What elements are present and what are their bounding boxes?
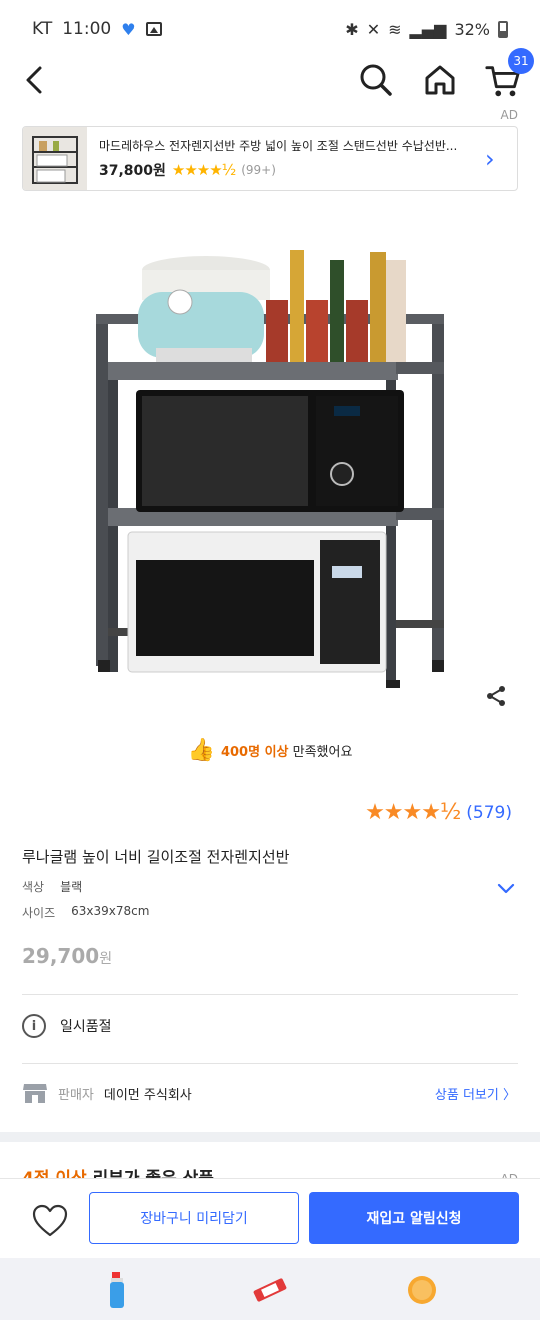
option-label: 색상 bbox=[22, 880, 45, 894]
product-price: 29,700원 bbox=[22, 944, 112, 968]
top-nav: 31 bbox=[0, 48, 540, 102]
info-icon: i bbox=[22, 1014, 46, 1038]
ad-thumbnail bbox=[23, 127, 87, 190]
product-rating[interactable]: ★★★★½ (579) bbox=[365, 800, 512, 825]
ad-rating-stars: ★★★★½ bbox=[171, 161, 236, 179]
home-icon[interactable] bbox=[420, 60, 460, 100]
status-bar: KT 11:00 ♥ ✱ ✕ ≋ ▂▄▆ 32% bbox=[0, 0, 540, 58]
seller-label: 판매자 bbox=[58, 1087, 94, 1103]
option-value: 63x39x78cm bbox=[71, 904, 150, 918]
satisfaction-count: 400명 이상 bbox=[220, 745, 289, 760]
stock-status-text: 일시품절 bbox=[60, 1019, 112, 1035]
bluetooth-icon: ✱ bbox=[345, 19, 359, 39]
ad-price: 37,800원 bbox=[99, 163, 166, 179]
option-color: 색상 블랙 bbox=[22, 878, 82, 895]
stock-status: i 일시품절 bbox=[22, 1014, 112, 1038]
recommend-title-rest: 리뷰가 좋은 상품 bbox=[87, 1169, 214, 1178]
recommend-title-strong: 4점 이상 bbox=[22, 1169, 87, 1178]
product-image[interactable] bbox=[80, 240, 460, 700]
recent-items-tray bbox=[0, 1258, 540, 1320]
price-currency: 원 bbox=[99, 951, 113, 967]
chevron-right-icon: › bbox=[485, 144, 495, 173]
gallery-icon bbox=[145, 22, 162, 36]
ad-title: 마드레하우스 전자렌지선반 주방 넓이 높이 조절 스탠드선반 수납선반... bbox=[99, 139, 458, 153]
add-to-cart-button[interactable]: 장바구니 미리담기 bbox=[89, 1192, 299, 1244]
rating-stars: ★★★★½ bbox=[365, 800, 461, 825]
mute-icon: ✕ bbox=[366, 19, 381, 39]
search-icon[interactable] bbox=[356, 60, 396, 100]
price-value: 29,700 bbox=[22, 944, 100, 968]
back-arrow-icon[interactable] bbox=[18, 62, 54, 98]
satisfaction-text: 만족했어요 bbox=[288, 745, 353, 760]
bottom-action-bar: 장바구니 미리담기 재입고 알림신청 bbox=[0, 1178, 540, 1258]
carrier-label: KT bbox=[32, 19, 53, 39]
orange-fruit-icon[interactable] bbox=[402, 1270, 442, 1310]
section-divider bbox=[0, 1132, 540, 1142]
divider bbox=[22, 994, 518, 995]
ad-banner[interactable]: 마드레하우스 전자렌지선반 주방 넓이 높이 조절 스탠드선반 수납선반... … bbox=[22, 126, 518, 191]
wifi-icon: ≋ bbox=[388, 19, 402, 39]
heart-icon: ♥ bbox=[121, 19, 136, 39]
option-label: 사이즈 bbox=[22, 906, 56, 920]
more-products-link[interactable]: 상품 더보기 〉 bbox=[435, 1084, 516, 1103]
seller-info: 판매자 데이먼 주식회사 bbox=[22, 1082, 192, 1104]
signal-icon: ▂▄▆ bbox=[409, 19, 447, 39]
clock: 11:00 bbox=[62, 19, 112, 39]
share-icon[interactable] bbox=[484, 684, 508, 708]
ad-review-count: (99+) bbox=[241, 163, 276, 177]
cart-count-badge: 31 bbox=[508, 48, 534, 74]
cart-button[interactable]: 31 bbox=[482, 48, 534, 102]
recommend-title: 4점 이상 리뷰가 좋은 상품 bbox=[22, 1164, 214, 1178]
seller-name: 데이먼 주식회사 bbox=[103, 1087, 192, 1103]
option-size: 사이즈 63x39x78cm bbox=[22, 904, 149, 921]
battery-percent: 32% bbox=[454, 19, 490, 39]
spray-bottle-icon[interactable] bbox=[98, 1270, 138, 1310]
satisfaction-note: 👍 400명 이상 만족했어요 bbox=[0, 738, 540, 763]
thumbs-up-icon: 👍 bbox=[187, 738, 215, 763]
battery-icon bbox=[498, 20, 508, 38]
divider bbox=[22, 1063, 518, 1064]
chevron-down-icon[interactable] bbox=[496, 878, 516, 898]
product-name: 루나글램 높이 너비 길이조절 전자렌지선반 bbox=[22, 848, 290, 866]
ad-label: AD bbox=[500, 108, 518, 122]
snack-icon[interactable] bbox=[250, 1270, 290, 1310]
restock-notify-button[interactable]: 재입고 알림신청 bbox=[309, 1192, 519, 1244]
store-icon bbox=[23, 1084, 47, 1103]
review-count[interactable]: (579) bbox=[466, 803, 512, 823]
option-value: 블랙 bbox=[60, 880, 83, 894]
heart-outline-icon[interactable] bbox=[30, 1201, 70, 1241]
